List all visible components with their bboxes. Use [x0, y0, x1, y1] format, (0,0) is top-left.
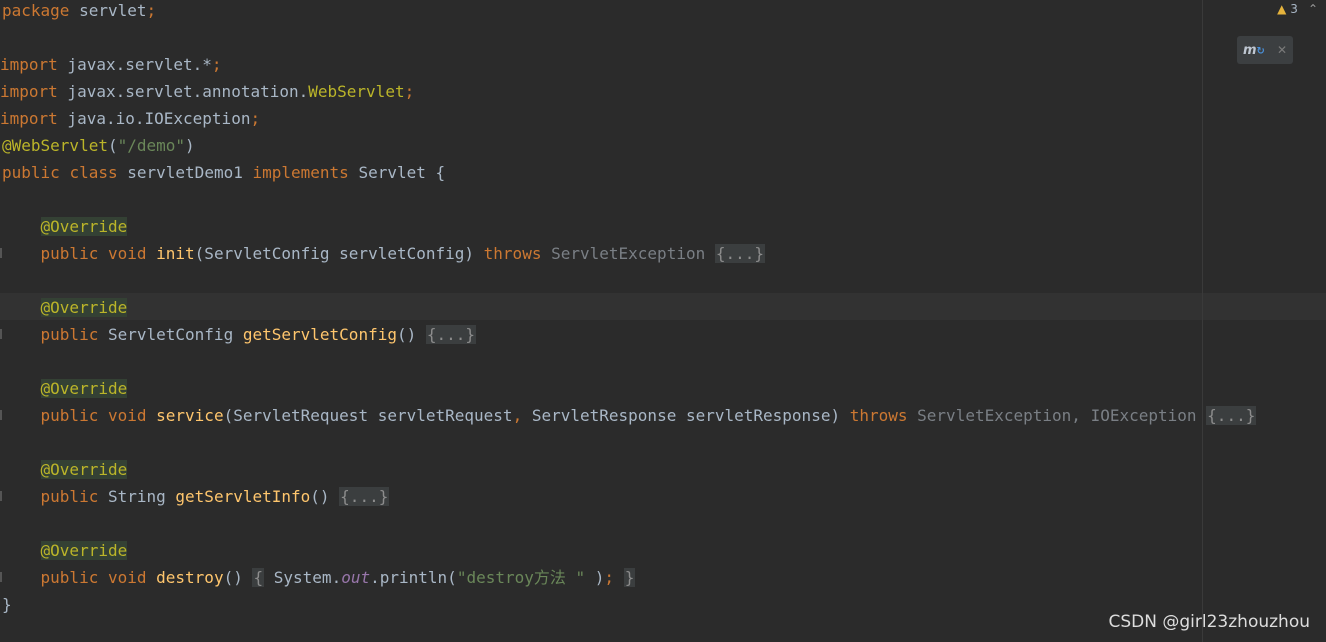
static-field-out: out	[341, 568, 371, 587]
annotation-override: @Override	[40, 541, 128, 560]
code-line-override-init[interactable]: @Override	[2, 213, 128, 240]
annotation-override: @Override	[40, 298, 128, 317]
import-path: java.io.IOException	[57, 109, 251, 128]
import-path: javax.servlet.*	[57, 55, 212, 74]
folded-body-placeholder[interactable]: {...}	[714, 244, 766, 263]
code-line-method-service[interactable]: public void service(ServletRequest servl…	[2, 402, 1257, 429]
semicolon: ;	[604, 568, 615, 587]
comma: ,	[1071, 406, 1081, 425]
code-line-override-service[interactable]: @Override	[2, 375, 128, 402]
annotation-override: @Override	[40, 460, 128, 479]
keyword-import: import	[0, 55, 58, 74]
keyword-implements: implements	[252, 163, 349, 182]
destroy-message-string: "destroy方法 "	[456, 568, 586, 587]
code-area[interactable]: package servlet; import javax.servlet.*;…	[0, 0, 1326, 642]
fold-brace-open[interactable]: {	[252, 568, 265, 587]
semicolon: ;	[404, 82, 415, 101]
method-name-getservletinfo: getServletInfo	[175, 487, 311, 506]
semicolon: ;	[250, 109, 261, 128]
keyword-class: class	[69, 163, 118, 182]
keyword-throws: throws	[849, 406, 908, 425]
method-params: ()	[223, 568, 243, 587]
watermark: CSDN @girl23zhouzhou	[1108, 612, 1310, 632]
keyword-public: public	[40, 406, 99, 425]
keyword-public: public	[40, 568, 99, 587]
package-name: servlet	[69, 1, 147, 20]
warning-count[interactable]: 3	[1290, 2, 1298, 16]
method-params: (ServletConfig servletConfig)	[194, 244, 484, 263]
code-line-override-getservletinfo[interactable]: @Override	[2, 456, 128, 483]
fold-brace-close[interactable]: }	[623, 568, 636, 587]
keyword-import: import	[0, 109, 58, 128]
keyword-throws: throws	[483, 244, 542, 263]
code-line-class-declaration[interactable]: public class servletDemo1 implements Ser…	[2, 159, 445, 186]
code-line-class-close[interactable]: }	[2, 591, 12, 618]
annotation-override: @Override	[40, 217, 128, 236]
keyword-void: void	[107, 568, 147, 587]
folded-body-placeholder[interactable]: {...}	[425, 325, 477, 344]
comma: ,	[512, 406, 523, 425]
interface-name: Servlet	[358, 163, 426, 182]
warning-triangle-icon[interactable]: ▲	[1277, 2, 1286, 16]
close-icon[interactable]: ✕	[1277, 43, 1287, 57]
exception-type-io: IOException	[1090, 406, 1197, 425]
code-line-method-getservletconfig[interactable]: public ServletConfig getServletConfig() …	[2, 321, 477, 348]
println-call: .println(	[370, 568, 457, 587]
paren-close: )	[185, 136, 195, 155]
method-params-response: ServletResponse servletResponse)	[522, 406, 850, 425]
paren-close: )	[585, 568, 605, 587]
folded-body-placeholder[interactable]: {...}	[1206, 406, 1257, 425]
code-line-package[interactable]: package servlet;	[2, 0, 156, 24]
method-params: ()	[310, 487, 330, 506]
url-pattern-string: "/demo"	[117, 136, 186, 155]
method-params-request: (ServletRequest servletRequest	[223, 406, 513, 425]
maven-reload-popup: m↻ ✕	[1237, 36, 1293, 64]
code-line-override-destroy[interactable]: @Override	[2, 537, 128, 564]
semicolon: ;	[211, 55, 222, 74]
chevron-up-icon[interactable]: ⌃	[1308, 2, 1318, 16]
method-name-init: init	[156, 244, 195, 263]
code-line-method-init[interactable]: public void init(ServletConfig servletCo…	[2, 240, 766, 267]
exception-type: ServletException	[551, 244, 706, 263]
keyword-void: void	[107, 406, 147, 425]
system-class: System.	[273, 568, 342, 587]
exception-type: ServletException	[917, 406, 1072, 425]
brace-open: {	[435, 163, 446, 182]
keyword-public: public	[2, 163, 60, 182]
method-name-service: service	[156, 406, 224, 425]
return-type: ServletConfig	[107, 325, 234, 344]
keyword-import: import	[0, 82, 58, 101]
import-path: javax.servlet.annotation.	[57, 82, 309, 101]
brace-close: }	[2, 595, 12, 614]
return-type: String	[107, 487, 166, 506]
code-line-import-webservlet[interactable]: import javax.servlet.annotation.WebServl…	[0, 78, 414, 105]
folded-body-placeholder[interactable]: {...}	[339, 487, 390, 506]
keyword-public: public	[40, 487, 99, 506]
method-params: ()	[396, 325, 417, 344]
code-line-method-destroy[interactable]: public void destroy() { System.out.print…	[2, 564, 636, 591]
code-line-override-getservletconfig[interactable]: @Override	[2, 294, 128, 321]
keyword-public: public	[40, 325, 99, 344]
code-editor[interactable]: package servlet; import javax.servlet.*;…	[0, 0, 1326, 642]
semicolon: ;	[146, 1, 157, 20]
keyword-package: package	[2, 1, 70, 20]
code-line-import-servlet[interactable]: import javax.servlet.*;	[0, 51, 222, 78]
import-class-webservlet: WebServlet	[308, 82, 405, 101]
method-name-destroy: destroy	[156, 568, 224, 587]
paren-open: (	[107, 136, 118, 155]
code-line-method-getservletinfo[interactable]: public String getServletInfo() {...}	[2, 483, 390, 510]
keyword-void: void	[107, 244, 147, 263]
class-name: servletDemo1	[127, 163, 243, 182]
method-name-getservletconfig: getServletConfig	[242, 325, 397, 344]
annotation-override: @Override	[40, 379, 128, 398]
code-line-webservlet-annotation[interactable]: @WebServlet("/demo")	[2, 132, 195, 159]
inspection-widget[interactable]: ▲ 3 ⌃	[1277, 2, 1318, 16]
keyword-public: public	[40, 244, 99, 263]
code-line-import-ioexception[interactable]: import java.io.IOException;	[0, 105, 260, 132]
maven-reload-icon[interactable]: m↻	[1243, 43, 1265, 58]
annotation-webservlet: @WebServlet	[2, 136, 108, 155]
